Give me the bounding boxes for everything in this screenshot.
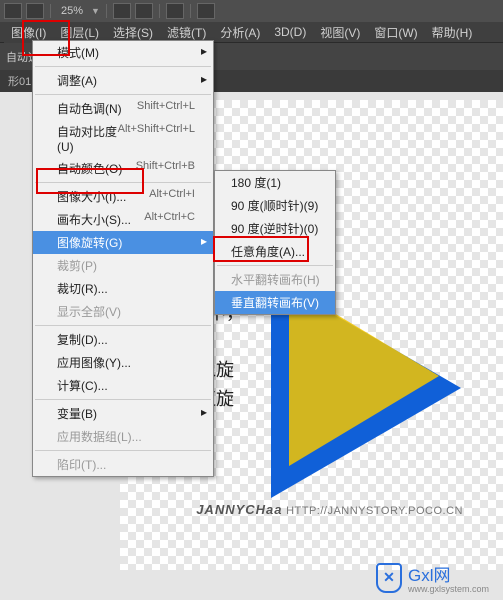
separator — [35, 94, 211, 95]
menu-apply-image[interactable]: 应用图像(Y)... — [33, 351, 213, 374]
menu-auto-tone[interactable]: 自动色调(N)Shift+Ctrl+L — [33, 97, 213, 120]
menu-rotate-90cw[interactable]: 90 度(顺时针)(9) — [215, 194, 335, 217]
menu-auto-color[interactable]: 自动颜色(O)Shift+Ctrl+B — [33, 157, 213, 180]
menu-3d[interactable]: 3D(D) — [267, 23, 313, 41]
menu-auto-contrast[interactable]: 自动对比度(U)Alt+Shift+Ctrl+L — [33, 120, 213, 157]
separator — [159, 4, 160, 18]
separator — [35, 450, 211, 451]
menu-window[interactable]: 窗口(W) — [367, 22, 424, 43]
site-logo: ✕ Gxl网 www.gxlsystem.com — [376, 561, 489, 594]
separator — [35, 325, 211, 326]
logo-text: Gxl网 — [408, 561, 489, 586]
menu-adjustments[interactable]: 调整(A) — [33, 69, 213, 92]
image-menu-dropdown: 模式(M) 调整(A) 自动色调(N)Shift+Ctrl+L 自动对比度(U)… — [32, 40, 214, 477]
menu-duplicate[interactable]: 复制(D)... — [33, 328, 213, 351]
screen-icon[interactable] — [166, 3, 184, 19]
menu-reveal-all[interactable]: 显示全部(V) — [33, 300, 213, 323]
menu-flip-vertical[interactable]: 垂直翻转画布(V) — [215, 291, 335, 314]
menu-image-rotation[interactable]: 图像旋转(G) — [33, 231, 213, 254]
separator — [35, 182, 211, 183]
menu-analysis[interactable]: 分析(A) — [213, 22, 267, 43]
menu-crop[interactable]: 裁剪(P) — [33, 254, 213, 277]
menu-variables[interactable]: 变量(B) — [33, 402, 213, 425]
logo-subtext: www.gxlsystem.com — [408, 584, 489, 594]
tool-icon[interactable] — [26, 3, 44, 19]
menu-trim[interactable]: 裁切(R)... — [33, 277, 213, 300]
separator — [106, 4, 107, 18]
menu-flip-horizontal[interactable]: 水平翻转画布(H) — [215, 268, 335, 291]
watermark-url: HTTP://JANNYSTORY.POCO.CN — [286, 505, 463, 517]
menu-calculations[interactable]: 计算(C)... — [33, 374, 213, 397]
menu-mode[interactable]: 模式(M) — [33, 41, 213, 64]
menubar: 图像(I) 图层(L) 选择(S) 滤镜(T) 分析(A) 3D(D) 视图(V… — [0, 22, 503, 42]
shield-icon: ✕ — [376, 563, 402, 593]
separator — [35, 399, 211, 400]
separator — [217, 265, 333, 266]
doc-icon[interactable] — [197, 3, 215, 19]
chevron-down-icon[interactable]: ▼ — [91, 6, 100, 16]
toolbar: 25% ▼ — [0, 0, 503, 22]
zoom-value[interactable]: 25% — [61, 5, 83, 17]
hand-icon[interactable] — [113, 3, 131, 19]
watermark: JANNYCHaa HTTP://JANNYSTORY.POCO.CN — [196, 502, 463, 517]
menu-rotate-90ccw[interactable]: 90 度(逆时针)(0) — [215, 217, 335, 240]
tool-icon[interactable] — [4, 3, 22, 19]
menu-view[interactable]: 视图(V) — [313, 22, 367, 43]
menu-rotate-arbitrary[interactable]: 任意角度(A)... — [215, 240, 335, 263]
separator — [190, 4, 191, 18]
separator — [50, 4, 51, 18]
grid-icon[interactable] — [135, 3, 153, 19]
menu-rotate-180[interactable]: 180 度(1) — [215, 171, 335, 194]
menu-canvas-size[interactable]: 画布大小(S)...Alt+Ctrl+C — [33, 208, 213, 231]
menu-image-size[interactable]: 图像大小(I)...Alt+Ctrl+I — [33, 185, 213, 208]
menu-help[interactable]: 帮助(H) — [425, 22, 480, 43]
separator — [35, 66, 211, 67]
watermark-brand: JANNYCHaa — [196, 502, 282, 517]
image-rotation-submenu: 180 度(1) 90 度(顺时针)(9) 90 度(逆时针)(0) 任意角度(… — [214, 170, 336, 315]
menu-apply-dataset[interactable]: 应用数据组(L)... — [33, 425, 213, 448]
menu-trap[interactable]: 陷印(T)... — [33, 453, 213, 476]
